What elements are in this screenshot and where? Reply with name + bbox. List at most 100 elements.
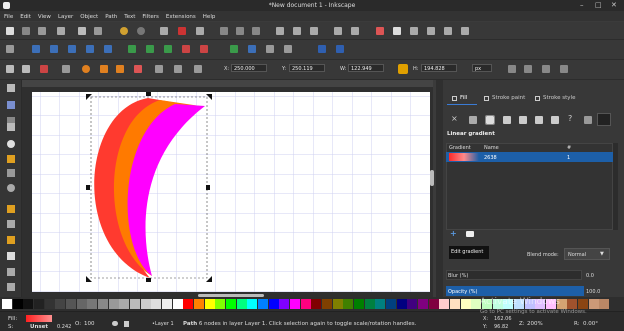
opacity-value[interactable]: 100.0 <box>586 289 600 295</box>
panel-handle[interactable] <box>436 80 443 297</box>
close-icon[interactable]: ✕ <box>611 1 617 9</box>
paint-mesh-icon[interactable] <box>519 116 527 124</box>
fill-rule-nonzero-icon[interactable] <box>597 113 611 126</box>
gradient-name[interactable]: 2638 <box>484 155 497 161</box>
maximize-icon[interactable]: □ <box>595 1 602 9</box>
tab-stroke-paint-icon[interactable] <box>484 96 489 101</box>
stroke-value[interactable]: Unset <box>30 324 48 330</box>
palette-swatch[interactable] <box>300 299 311 309</box>
palette-swatch[interactable] <box>396 299 407 309</box>
handle-w-icon <box>86 185 90 190</box>
fill-indicator[interactable] <box>26 315 52 322</box>
palette-swatch[interactable] <box>194 299 205 309</box>
palette-swatch[interactable] <box>108 299 119 309</box>
palette-swatch[interactable] <box>460 299 471 309</box>
palette-swatch[interactable] <box>258 299 269 309</box>
palette-swatch[interactable] <box>87 299 98 309</box>
palette-swatch[interactable] <box>140 299 151 309</box>
col-gradient[interactable]: Gradient <box>449 145 471 151</box>
palette-swatch[interactable] <box>311 299 322 309</box>
palette-swatch[interactable] <box>407 299 418 309</box>
palette-swatch[interactable] <box>450 299 461 309</box>
align-dialog-icon[interactable] <box>444 27 452 35</box>
palette-swatch[interactable] <box>226 299 237 309</box>
paint-unset-icon[interactable]: ? <box>568 114 572 123</box>
stroke-width[interactable]: 0.242 <box>57 324 71 330</box>
tab-fill-icon[interactable] <box>452 96 457 101</box>
palette-swatch[interactable] <box>151 299 162 309</box>
handle-sw-icon <box>86 276 92 282</box>
transform-patterns-icon[interactable] <box>560 65 568 73</box>
palette-swatch[interactable] <box>215 299 226 309</box>
palette-swatch[interactable] <box>290 299 301 309</box>
col-count[interactable]: # <box>567 145 571 151</box>
blur-value[interactable]: 0.0 <box>586 273 594 279</box>
palette-swatch[interactable] <box>236 299 247 309</box>
palette-swatch[interactable] <box>204 299 215 309</box>
vertical-scrollbar[interactable] <box>430 170 434 186</box>
palette-swatch[interactable] <box>23 299 34 309</box>
palette-swatch[interactable] <box>322 299 333 309</box>
minimize-icon[interactable]: – <box>580 1 584 9</box>
paint-radial-icon[interactable] <box>503 116 511 124</box>
preferences-icon[interactable] <box>461 27 469 35</box>
palette-swatch[interactable] <box>588 299 599 309</box>
fill-rule-evenodd-icon[interactable] <box>584 116 592 124</box>
rotate-value[interactable]: 0.00° <box>583 321 598 327</box>
layer-lock-icon[interactable] <box>124 321 129 327</box>
palette-swatch[interactable] <box>354 299 365 309</box>
palette-swatch[interactable] <box>119 299 130 309</box>
edit-gradient-icon[interactable] <box>466 231 474 237</box>
paint-flat-icon[interactable] <box>469 116 477 124</box>
palette-swatch[interactable] <box>44 299 55 309</box>
palette-swatch[interactable] <box>12 299 23 309</box>
palette-swatch[interactable] <box>183 299 194 309</box>
palette-swatch[interactable] <box>386 299 397 309</box>
panel-scrollbar[interactable] <box>613 143 618 230</box>
tab-stroke-style[interactable]: Stroke style <box>543 95 575 101</box>
palette-swatch[interactable] <box>364 299 375 309</box>
palette-swatch[interactable] <box>599 299 610 309</box>
palette-swatch[interactable] <box>439 299 450 309</box>
paint-swatch-icon[interactable] <box>551 116 559 124</box>
cursor-x-value: 162.06 <box>494 316 512 322</box>
palette-swatch[interactable] <box>268 299 279 309</box>
palette-swatch[interactable] <box>2 299 13 309</box>
col-name[interactable]: Name <box>484 145 499 151</box>
palette-swatch[interactable] <box>66 299 77 309</box>
palette-swatch[interactable] <box>343 299 354 309</box>
palette-swatch[interactable] <box>55 299 66 309</box>
zoom-value[interactable]: 200% <box>527 321 543 327</box>
palette-swatch[interactable] <box>279 299 290 309</box>
scale-stroke-icon[interactable] <box>508 65 516 73</box>
tab-fill[interactable]: Fill <box>460 95 467 101</box>
transform-gradients-icon[interactable] <box>542 65 550 73</box>
opacity-status-value[interactable]: 100 <box>84 321 95 327</box>
unit-select[interactable]: px <box>472 64 492 72</box>
paint-no-paint-icon[interactable]: × <box>451 114 460 124</box>
palette-swatch[interactable] <box>162 299 173 309</box>
palette-swatch[interactable] <box>172 299 183 309</box>
tab-stroke-paint[interactable]: Stroke paint <box>492 95 525 101</box>
layer-eye-icon[interactable] <box>112 321 118 326</box>
palette-swatch[interactable] <box>578 299 589 309</box>
paint-linear-icon[interactable] <box>485 115 495 125</box>
scale-corners-icon[interactable] <box>524 65 532 73</box>
palette-swatch[interactable] <box>332 299 343 309</box>
tab-stroke-style-icon[interactable] <box>535 96 540 101</box>
palette-swatch[interactable] <box>567 299 578 309</box>
palette-swatch[interactable] <box>375 299 386 309</box>
palette-swatch[interactable] <box>76 299 87 309</box>
palette-swatch[interactable] <box>98 299 109 309</box>
drawing-layer[interactable] <box>0 0 430 297</box>
palette-swatch[interactable] <box>130 299 141 309</box>
activation-watermark-title: Activate Windows <box>480 297 560 307</box>
palette-swatch[interactable] <box>418 299 429 309</box>
handle-n-icon <box>146 92 151 96</box>
add-gradient-icon[interactable]: + <box>450 229 457 238</box>
palette-swatch[interactable] <box>34 299 45 309</box>
layer-select[interactable]: •Layer 1 <box>152 321 174 327</box>
palette-swatch[interactable] <box>428 299 439 309</box>
palette-swatch[interactable] <box>247 299 258 309</box>
paint-pattern-icon[interactable] <box>535 116 543 124</box>
